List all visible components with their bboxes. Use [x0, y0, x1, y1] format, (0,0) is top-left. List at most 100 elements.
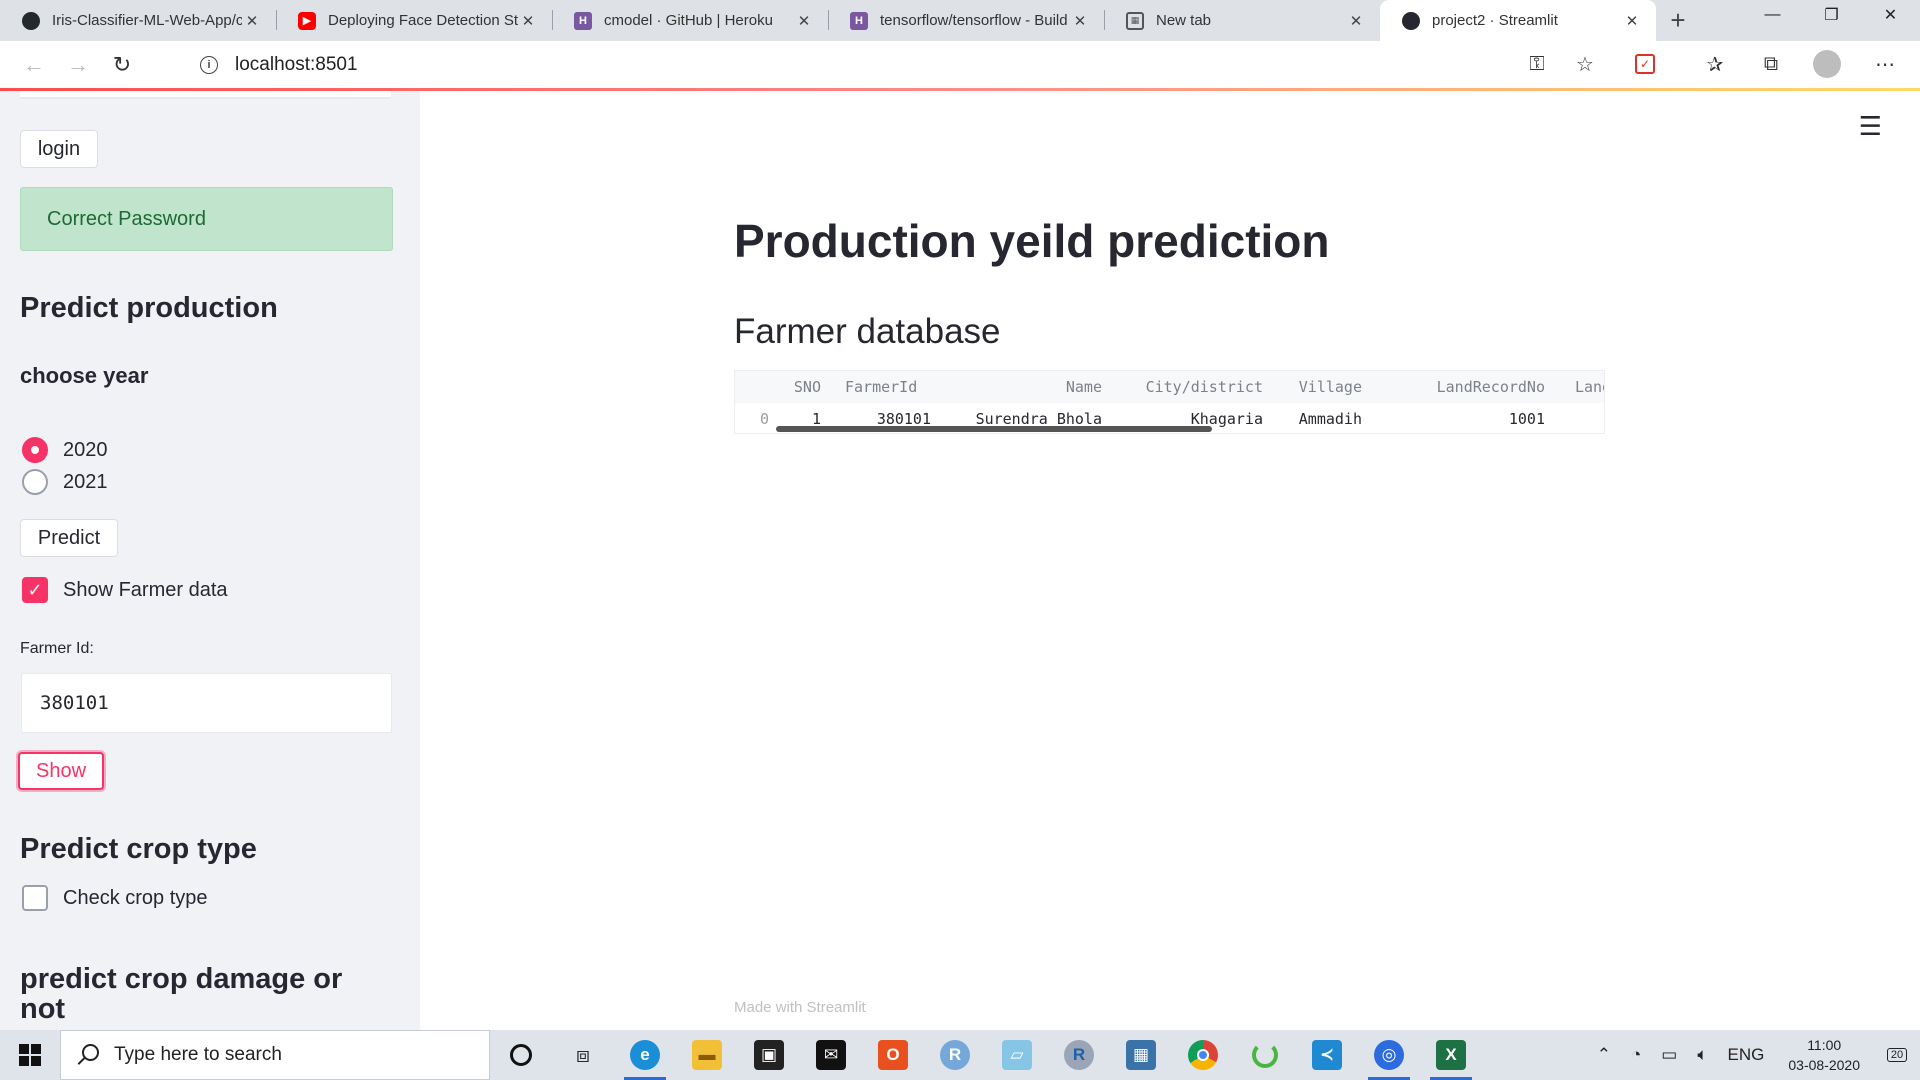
- radio-unselected-icon[interactable]: [22, 469, 48, 495]
- notification-center-icon[interactable]: 20: [1874, 1030, 1920, 1080]
- tab-title: Iris-Classifier-ML-Web-App/c: [52, 12, 242, 29]
- hamburger-menu-icon[interactable]: ☰: [1859, 111, 1882, 142]
- close-tab-icon[interactable]: ✕: [518, 12, 538, 30]
- column-header: [735, 371, 769, 403]
- task-view-icon[interactable]: ⧈: [552, 1030, 614, 1080]
- column-header[interactable]: City/district: [1102, 371, 1263, 403]
- office-icon[interactable]: O: [862, 1030, 924, 1080]
- main-content: ☰ Production yeild prediction Farmer dat…: [420, 91, 1920, 1030]
- tab-title: Deploying Face Detection St: [328, 12, 518, 29]
- extension-icon[interactable]: ✓: [1630, 49, 1660, 79]
- new-tab-button[interactable]: +: [1656, 0, 1700, 41]
- horizontal-scrollbar[interactable]: [776, 426, 1212, 432]
- favorites-icon[interactable]: ✰: [1700, 49, 1730, 79]
- youtube-icon: ▶: [298, 11, 316, 30]
- url-text[interactable]: localhost:8501: [235, 54, 358, 76]
- back-icon[interactable]: ←: [12, 47, 56, 83]
- file-explorer-icon[interactable]: ▬: [676, 1030, 738, 1080]
- column-header[interactable]: LandAı: [1545, 371, 1604, 403]
- checkbox-checked-icon[interactable]: ✓: [22, 577, 48, 603]
- browser-tab[interactable]: ▶ Deploying Face Detection St ✕: [276, 0, 552, 41]
- battery-icon[interactable]: ▭: [1661, 1045, 1677, 1065]
- network-icon[interactable]: ◔: [1631, 1045, 1641, 1065]
- farmer-dataframe[interactable]: SNO FarmerId Name City/district Village …: [734, 370, 1605, 434]
- address-bar[interactable]: i localhost:8501: [180, 47, 1600, 83]
- checkbox-label: Check crop type: [63, 886, 208, 909]
- browser-tab-active[interactable]: project2 · Streamlit ✕: [1380, 0, 1656, 41]
- newtab-icon: ▦: [1126, 11, 1144, 30]
- check-crop-type-checkbox[interactable]: Check crop type: [22, 885, 208, 911]
- browser-tab[interactable]: Iris-Classifier-ML-Web-App/c ✕: [0, 0, 276, 41]
- column-header[interactable]: SNO: [769, 371, 821, 403]
- notepad-icon[interactable]: ▱: [986, 1030, 1048, 1080]
- anaconda-icon[interactable]: ◎: [1358, 1030, 1420, 1080]
- mail-icon[interactable]: ✉: [800, 1030, 862, 1080]
- close-tab-icon[interactable]: ✕: [242, 12, 262, 30]
- close-tab-icon[interactable]: ✕: [794, 12, 814, 30]
- predict-production-heading: Predict production: [20, 292, 278, 324]
- excel-icon[interactable]: X: [1420, 1030, 1482, 1080]
- minimize-icon[interactable]: —: [1743, 0, 1802, 30]
- github-icon: [22, 11, 40, 30]
- show-farmer-data-checkbox[interactable]: ✓ Show Farmer data: [22, 577, 228, 603]
- chevron-up-icon[interactable]: ⌃: [1597, 1045, 1611, 1065]
- page-title: Production yeild prediction: [734, 215, 1330, 267]
- radio-option-2020[interactable]: 2020: [22, 437, 108, 463]
- cortana-icon[interactable]: [490, 1030, 552, 1080]
- browser-tab[interactable]: ▦ New tab ✕: [1104, 0, 1380, 41]
- password-input[interactable]: [20, 91, 391, 99]
- heroku-icon: H: [574, 11, 592, 30]
- clock-time: 11:00: [1807, 1037, 1842, 1053]
- streamlit-icon: [1402, 11, 1420, 30]
- close-tab-icon[interactable]: ✕: [1346, 12, 1366, 30]
- close-window-icon[interactable]: ✕: [1861, 0, 1920, 30]
- tab-title: cmodel · GitHub | Heroku: [604, 12, 773, 29]
- column-header[interactable]: Village: [1263, 371, 1362, 403]
- collections-icon[interactable]: ⧉: [1756, 49, 1786, 79]
- browser-tab[interactable]: H cmodel · GitHub | Heroku ✕: [552, 0, 828, 41]
- predict-crop-damage-heading: predict crop damage or not: [20, 963, 343, 1025]
- close-tab-icon[interactable]: ✕: [1622, 12, 1642, 30]
- column-header[interactable]: LandRecordNo: [1362, 371, 1545, 403]
- radio-selected-icon[interactable]: [22, 437, 48, 463]
- store-icon[interactable]: ▣: [738, 1030, 800, 1080]
- checkbox-unchecked-icon[interactable]: [22, 885, 48, 911]
- more-menu-icon[interactable]: ⋯: [1870, 49, 1900, 79]
- close-tab-icon[interactable]: ✕: [1070, 12, 1090, 30]
- show-button[interactable]: Show: [18, 752, 104, 790]
- python-icon[interactable]: ▦: [1110, 1030, 1172, 1080]
- key-icon[interactable]: ⚿: [1522, 49, 1552, 79]
- vscode-icon[interactable]: ≺: [1296, 1030, 1358, 1080]
- edge-icon[interactable]: e: [614, 1030, 676, 1080]
- clock[interactable]: 11:00 03-08-2020: [1788, 1035, 1860, 1075]
- star-icon[interactable]: ☆: [1570, 49, 1600, 79]
- forward-icon[interactable]: →: [56, 47, 100, 83]
- tab-title: New tab: [1156, 12, 1212, 29]
- section-title: Farmer database: [734, 312, 1001, 351]
- predict-button[interactable]: Predict: [20, 519, 118, 557]
- language-indicator[interactable]: ENG: [1728, 1045, 1765, 1065]
- windows-start-icon[interactable]: [0, 1030, 60, 1080]
- restore-icon[interactable]: ❐: [1802, 0, 1861, 30]
- browser-tabstrip: Iris-Classifier-ML-Web-App/c ✕ ▶ Deployi…: [0, 0, 1920, 41]
- column-header[interactable]: FarmerId: [821, 371, 931, 403]
- site-info-icon[interactable]: i: [200, 56, 218, 74]
- taskbar-search[interactable]: Type here to search: [60, 1030, 490, 1080]
- search-placeholder: Type here to search: [114, 1044, 282, 1065]
- radio-option-2021[interactable]: 2021: [22, 469, 108, 495]
- spinner-icon[interactable]: [1234, 1030, 1296, 1080]
- browser-tab[interactable]: H tensorflow/tensorflow - Build ✕: [828, 0, 1104, 41]
- profile-avatar-icon[interactable]: [1812, 49, 1842, 79]
- footer-text[interactable]: Made with Streamlit: [734, 999, 866, 1016]
- volume-icon[interactable]: 🔈︎: [1697, 1045, 1707, 1065]
- chrome-icon[interactable]: [1172, 1030, 1234, 1080]
- rstudio-icon[interactable]: R: [924, 1030, 986, 1080]
- login-button[interactable]: login: [20, 130, 98, 168]
- notification-count: 20: [1886, 1048, 1908, 1062]
- reload-icon[interactable]: ↻: [100, 47, 144, 83]
- table-cell: [1545, 403, 1604, 433]
- system-tray: ⌃ ◔ ▭ 🔈︎ ENG 11:00 03-08-2020 20: [1587, 1030, 1920, 1080]
- r-icon[interactable]: R: [1048, 1030, 1110, 1080]
- farmer-id-input[interactable]: 380101: [21, 673, 392, 733]
- column-header[interactable]: Name: [931, 371, 1102, 403]
